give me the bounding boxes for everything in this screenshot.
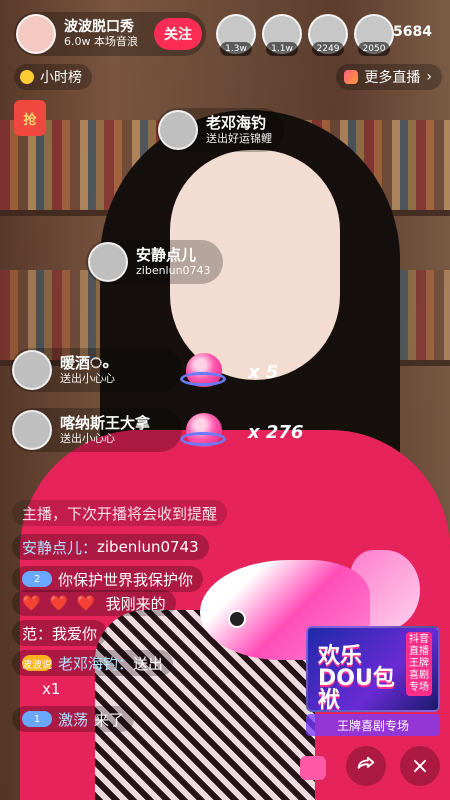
- comment-text: 来了: [94, 710, 125, 729]
- promo-caption[interactable]: 王牌喜剧专场: [306, 714, 440, 736]
- comment-item: 波波说 老邓海钓： 送出: [12, 650, 174, 676]
- host-text: 波波脱口秀 6.0w 本场音浪: [64, 19, 138, 49]
- notice-sub: zibenlun0743: [136, 264, 211, 277]
- comment-text: x1: [42, 680, 61, 698]
- viewer-avatar[interactable]: 1.1w: [262, 14, 302, 56]
- gift-notice: 老邓海钓 送出好运锦鲤: [156, 108, 284, 152]
- hour-rank-chip[interactable]: 小时榜: [14, 64, 92, 90]
- top-bar: 波波脱口秀 6.0w 本场音浪 关注 1.3w 1.1w 2249 2050 5…: [8, 8, 442, 56]
- promo-side-label: 抖音直播 王牌喜剧专场: [406, 632, 432, 696]
- close-button[interactable]: ×: [400, 746, 440, 786]
- live-gift-icon: [344, 70, 359, 84]
- comment-item: x1: [12, 676, 70, 702]
- share-icon: [357, 756, 375, 769]
- host-avatar[interactable]: [16, 14, 56, 54]
- host-info[interactable]: 波波脱口秀 6.0w 本场音浪 关注: [14, 12, 206, 56]
- promo-side-text: 王牌喜剧专场: [409, 658, 429, 693]
- level-badge: 1: [22, 711, 52, 727]
- heart-emojis: ❤️ ❤️ ❤️: [22, 594, 98, 612]
- gift-notice: 暖酒ം 送出小心心: [10, 348, 182, 392]
- red-envelope-label: 抢: [23, 112, 37, 128]
- comment-text: 范：我爱你: [22, 624, 98, 643]
- top-viewers: 1.3w 1.1w 2249 2050: [216, 14, 394, 56]
- notice-avatar[interactable]: [12, 410, 52, 450]
- gift-combo-count: x 5: [248, 362, 279, 383]
- promo-title: 欢乐DOU包袱: [318, 644, 395, 712]
- viewer-badge: 2050: [358, 42, 390, 56]
- fish-eye: [228, 610, 246, 628]
- notice-name: 安静点儿: [136, 246, 197, 264]
- level-badge: 2: [22, 571, 52, 587]
- notice-name: 喀纳斯王大拿: [60, 414, 151, 432]
- chevron-right-icon: ›: [426, 69, 432, 85]
- notice-name: 老邓海钓: [206, 114, 267, 132]
- notice-avatar[interactable]: [158, 110, 198, 150]
- viewer-badge: 1.3w: [220, 42, 252, 56]
- notice-sub: 送出好运锦鲤: [206, 132, 272, 145]
- comment-item: 1 激荡 来了: [12, 706, 135, 732]
- notice-avatar[interactable]: [88, 242, 128, 282]
- red-envelope-icon[interactable]: 抢: [14, 100, 46, 136]
- gift-icon[interactable]: [300, 756, 326, 780]
- more-live-label: 更多直播: [364, 70, 421, 86]
- comment-user[interactable]: 安静点儿：: [22, 537, 97, 558]
- notice-sub: 送出小心心: [60, 432, 115, 445]
- close-icon: ×: [410, 753, 430, 779]
- notice-sub: 送出小心心: [60, 372, 115, 385]
- promo-card[interactable]: 欢乐DOU包袱 抖音直播 王牌喜剧专场: [306, 626, 440, 712]
- viewer-badge: 1.1w: [266, 42, 298, 56]
- viewer-avatar[interactable]: 2249: [308, 14, 348, 56]
- viewer-avatar[interactable]: 2050: [354, 14, 394, 56]
- comment-item: 2 你保护世界我保护你: [12, 566, 204, 592]
- share-button[interactable]: [346, 746, 386, 786]
- promo-side-prefix: 抖音直播: [409, 634, 429, 657]
- notice-text: 安静点儿 zibenlun0743: [136, 246, 211, 278]
- clock-icon: [20, 70, 34, 84]
- fan-badge: 波波说: [22, 655, 52, 671]
- comment-item: 范：我爱你: [12, 620, 108, 646]
- notice-text: 喀纳斯王大拿 送出小心心: [60, 414, 150, 446]
- comment-user[interactable]: 激荡: [58, 709, 88, 730]
- notice-text: 暖酒ം 送出小心心: [60, 354, 115, 386]
- comment-text: 我刚来的: [105, 594, 166, 613]
- comment-user[interactable]: 老邓海钓：: [58, 653, 133, 674]
- more-live-chip[interactable]: 更多直播 ›: [336, 64, 442, 90]
- heart-gift-icon: [180, 348, 226, 394]
- viewer-badge: 2249: [312, 42, 344, 56]
- host-name: 波波脱口秀: [64, 19, 134, 35]
- heart-ring-icon: [180, 432, 226, 446]
- comment-item: ❤️ ❤️ ❤️ 我刚来的: [12, 590, 176, 616]
- gift-combo-count: x 276: [248, 422, 304, 443]
- comment-text: 送出: [133, 654, 164, 673]
- viewer-avatar[interactable]: 1.3w: [216, 14, 256, 56]
- follow-button[interactable]: 关注: [154, 18, 202, 50]
- gift-notice: 喀纳斯王大拿 送出小心心: [10, 408, 182, 452]
- join-notice: 安静点儿 zibenlun0743: [86, 240, 223, 284]
- heart-ring-icon: [180, 372, 226, 386]
- notice-text: 老邓海钓 送出好运锦鲤: [206, 114, 272, 146]
- notice-avatar[interactable]: [12, 350, 52, 390]
- heart-gift-icon: [180, 408, 226, 454]
- hour-rank-label: 小时榜: [40, 70, 82, 86]
- comment-text: 你保护世界我保护你: [58, 570, 194, 589]
- online-count[interactable]: 5684: [393, 24, 432, 40]
- notice-name: 暖酒ം: [60, 354, 109, 372]
- host-audio-wave-count: 6.0w 本场音浪: [64, 35, 138, 48]
